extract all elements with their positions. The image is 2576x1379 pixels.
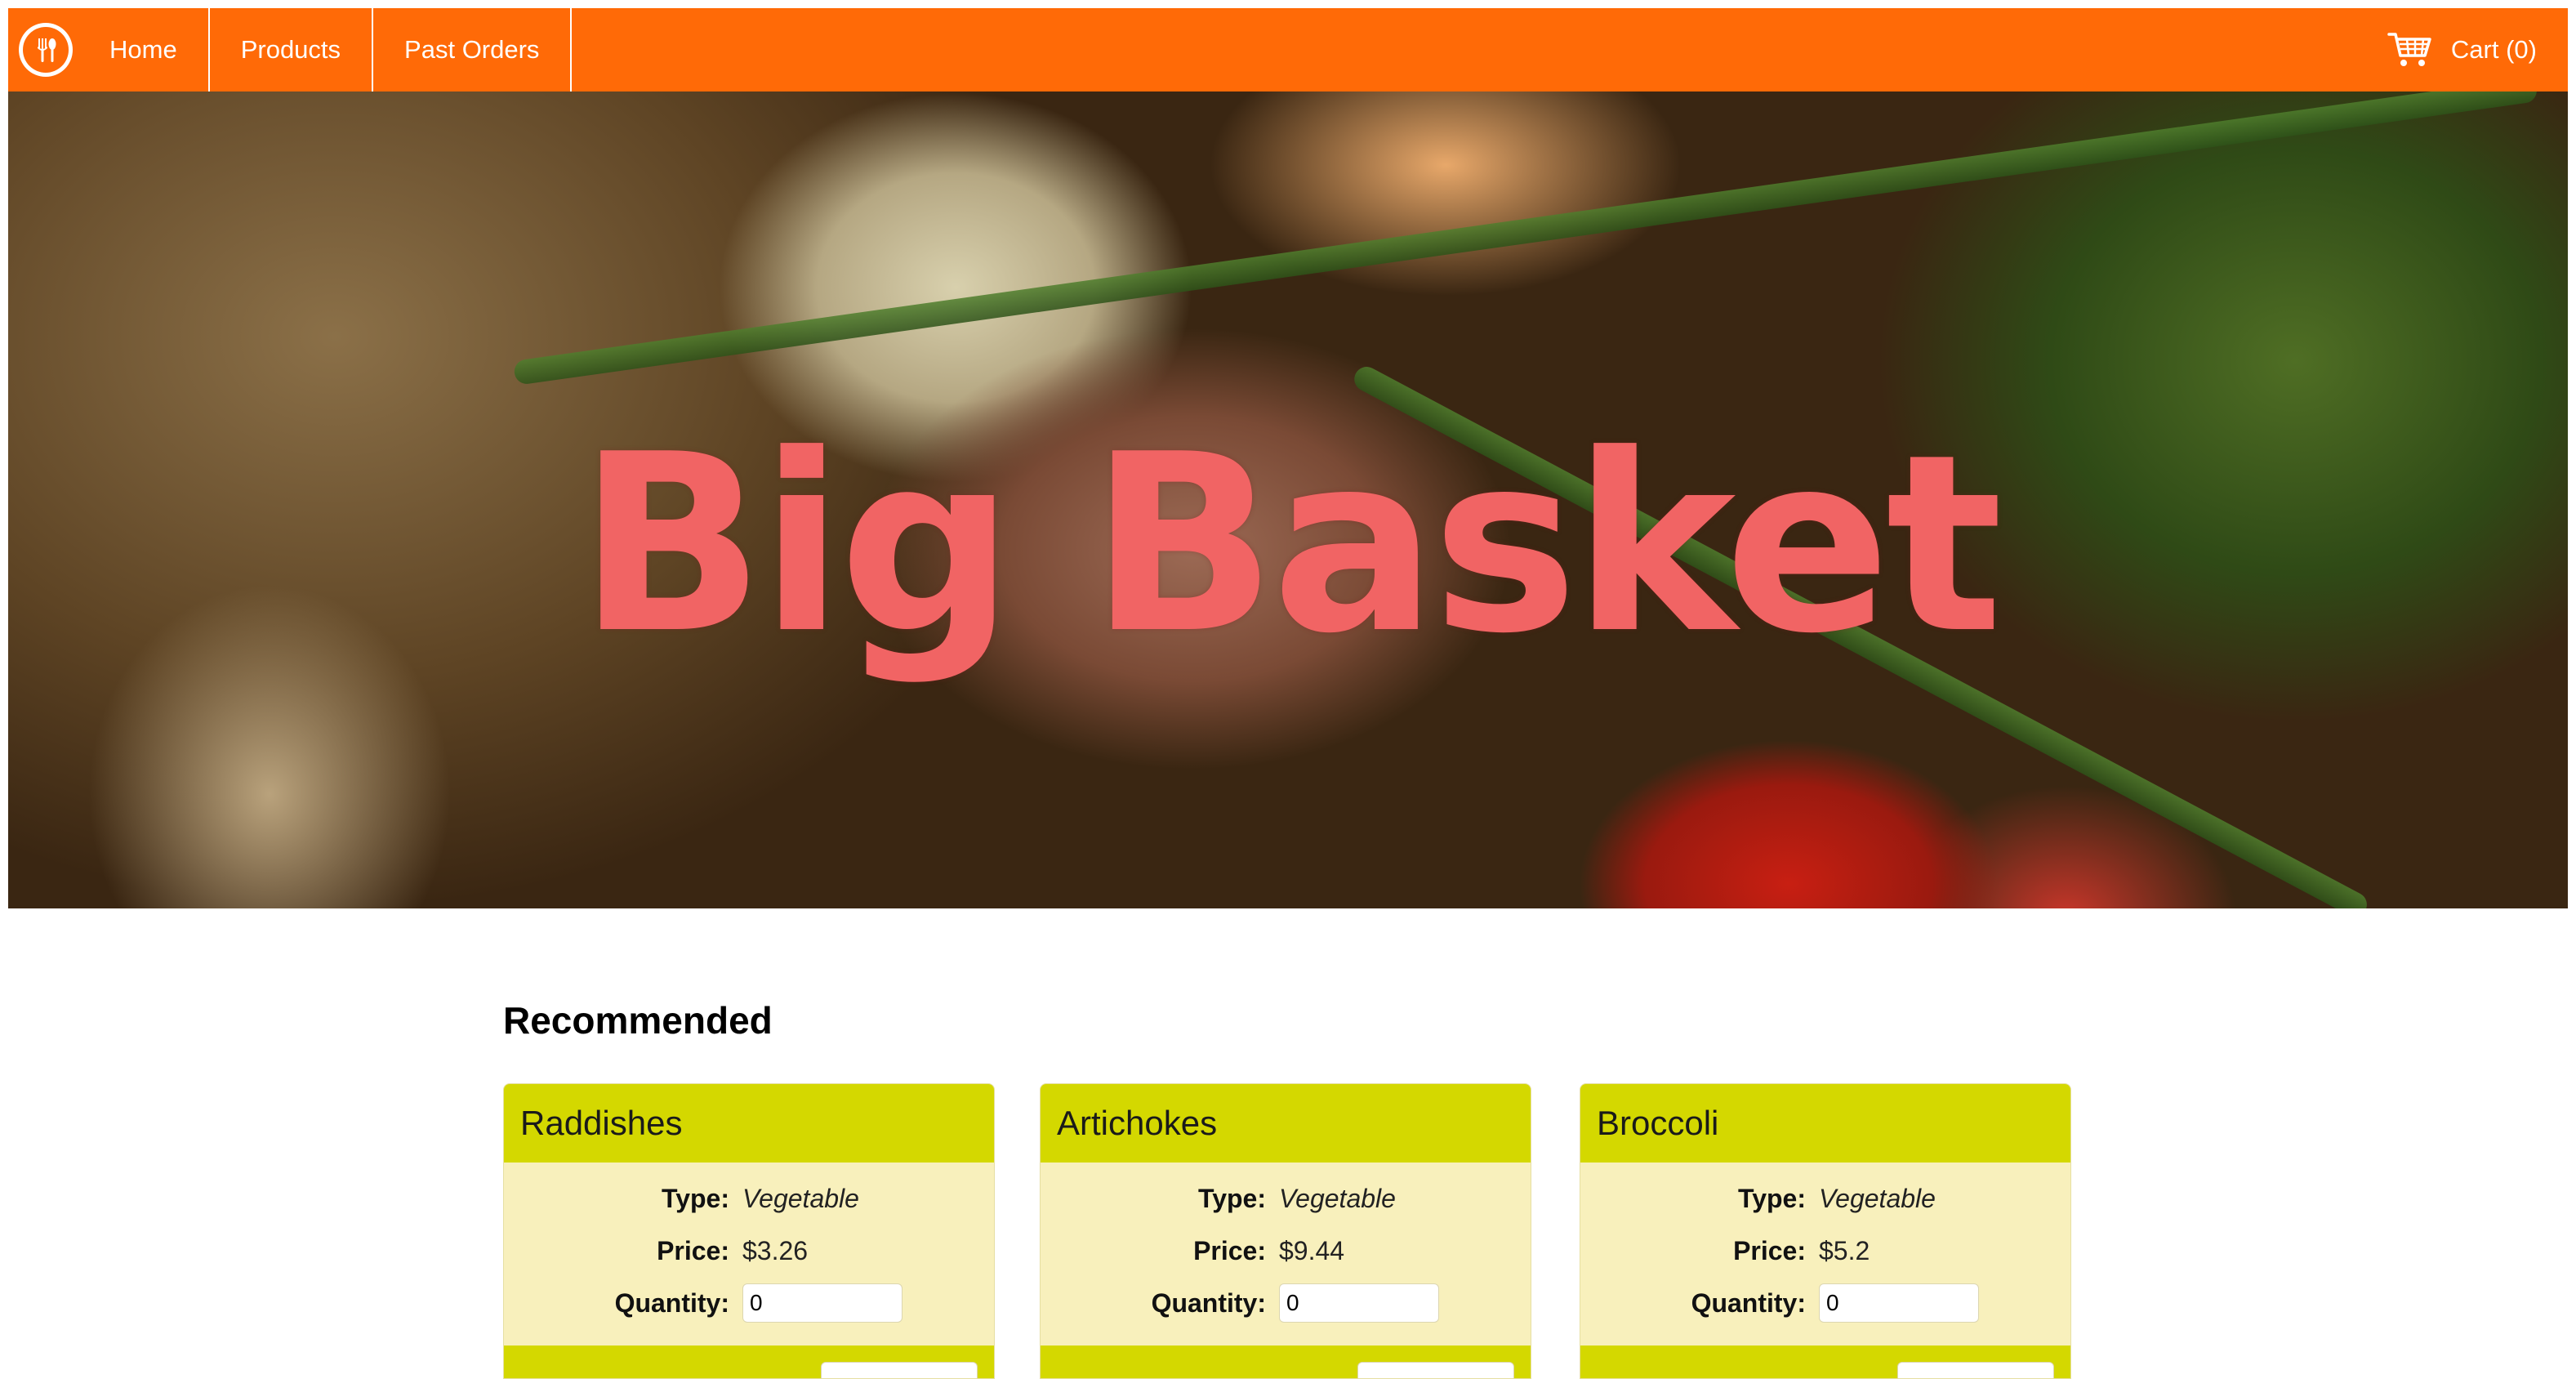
nav-home-link[interactable]: Home bbox=[83, 8, 210, 91]
type-row: Type: Vegetable bbox=[1580, 1172, 2070, 1225]
card-footer bbox=[1580, 1346, 2070, 1378]
product-card: Artichokes Type: Vegetable Price: $9.44 … bbox=[1040, 1083, 1531, 1379]
price-value: $3.26 bbox=[742, 1235, 809, 1265]
nav-products-link[interactable]: Products bbox=[210, 8, 374, 91]
product-name: Raddishes bbox=[504, 1084, 994, 1163]
quantity-row: Quantity: bbox=[504, 1277, 994, 1329]
hero-title: Big Basket bbox=[577, 402, 2003, 687]
cart-icon bbox=[2387, 31, 2431, 69]
product-details: Type: Vegetable Price: $5.2 Quantity: bbox=[1580, 1163, 2070, 1329]
quantity-row: Quantity: bbox=[1580, 1277, 2070, 1329]
type-row: Type: Vegetable bbox=[1041, 1172, 1531, 1225]
product-details: Type: Vegetable Price: $3.26 Quantity: bbox=[504, 1163, 994, 1329]
type-value: Vegetable bbox=[1279, 1183, 1396, 1213]
brand-logo[interactable] bbox=[8, 8, 83, 91]
add-to-cart-button[interactable] bbox=[1357, 1362, 1514, 1378]
card-footer bbox=[1041, 1346, 1531, 1378]
quantity-label: Quantity: bbox=[1691, 1288, 1806, 1318]
product-name: Artichokes bbox=[1041, 1084, 1531, 1163]
nav-past-orders-link[interactable]: Past Orders bbox=[373, 8, 573, 91]
cart-label: Cart (0) bbox=[2450, 35, 2537, 64]
hero-decoration bbox=[512, 91, 2538, 386]
quantity-input[interactable] bbox=[1279, 1283, 1439, 1323]
price-value: $9.44 bbox=[1279, 1235, 1345, 1265]
quantity-input[interactable] bbox=[742, 1283, 902, 1323]
product-details: Type: Vegetable Price: $9.44 Quantity: bbox=[1041, 1163, 1531, 1329]
price-row: Price: $9.44 bbox=[1041, 1225, 1531, 1277]
type-label: Type: bbox=[1738, 1183, 1806, 1213]
price-label: Price: bbox=[1733, 1235, 1806, 1265]
hero-banner: Big Basket bbox=[8, 91, 2568, 908]
cart-link[interactable]: Cart (0) bbox=[2387, 8, 2568, 91]
price-label: Price: bbox=[657, 1235, 729, 1265]
price-row: Price: $5.2 bbox=[1580, 1225, 2070, 1277]
type-value: Vegetable bbox=[742, 1183, 859, 1213]
add-to-cart-button[interactable] bbox=[1897, 1362, 2054, 1378]
recommended-section: Recommended Raddishes Type: Vegetable Pr… bbox=[503, 998, 2075, 1379]
type-label: Type: bbox=[662, 1183, 729, 1213]
quantity-label: Quantity: bbox=[1151, 1288, 1266, 1318]
price-label: Price: bbox=[1193, 1235, 1266, 1265]
section-heading: Recommended bbox=[503, 999, 773, 1042]
type-row: Type: Vegetable bbox=[504, 1172, 994, 1225]
type-label: Type: bbox=[1198, 1183, 1266, 1213]
price-value: $5.2 bbox=[1819, 1235, 1870, 1265]
quantity-row: Quantity: bbox=[1041, 1277, 1531, 1329]
quantity-input[interactable] bbox=[1819, 1283, 1979, 1323]
product-card: Broccoli Type: Vegetable Price: $5.2 Qua… bbox=[1580, 1083, 2071, 1379]
card-footer bbox=[504, 1346, 994, 1378]
quantity-label: Quantity: bbox=[614, 1288, 729, 1318]
restaurant-icon bbox=[19, 23, 73, 77]
add-to-cart-button[interactable] bbox=[821, 1362, 978, 1378]
product-name: Broccoli bbox=[1580, 1084, 2070, 1163]
price-row: Price: $3.26 bbox=[504, 1225, 994, 1277]
navbar: Home Products Past Orders Cart (0) bbox=[8, 8, 2568, 91]
product-card: Raddishes Type: Vegetable Price: $3.26 Q… bbox=[503, 1083, 995, 1379]
type-value: Vegetable bbox=[1819, 1183, 1936, 1213]
